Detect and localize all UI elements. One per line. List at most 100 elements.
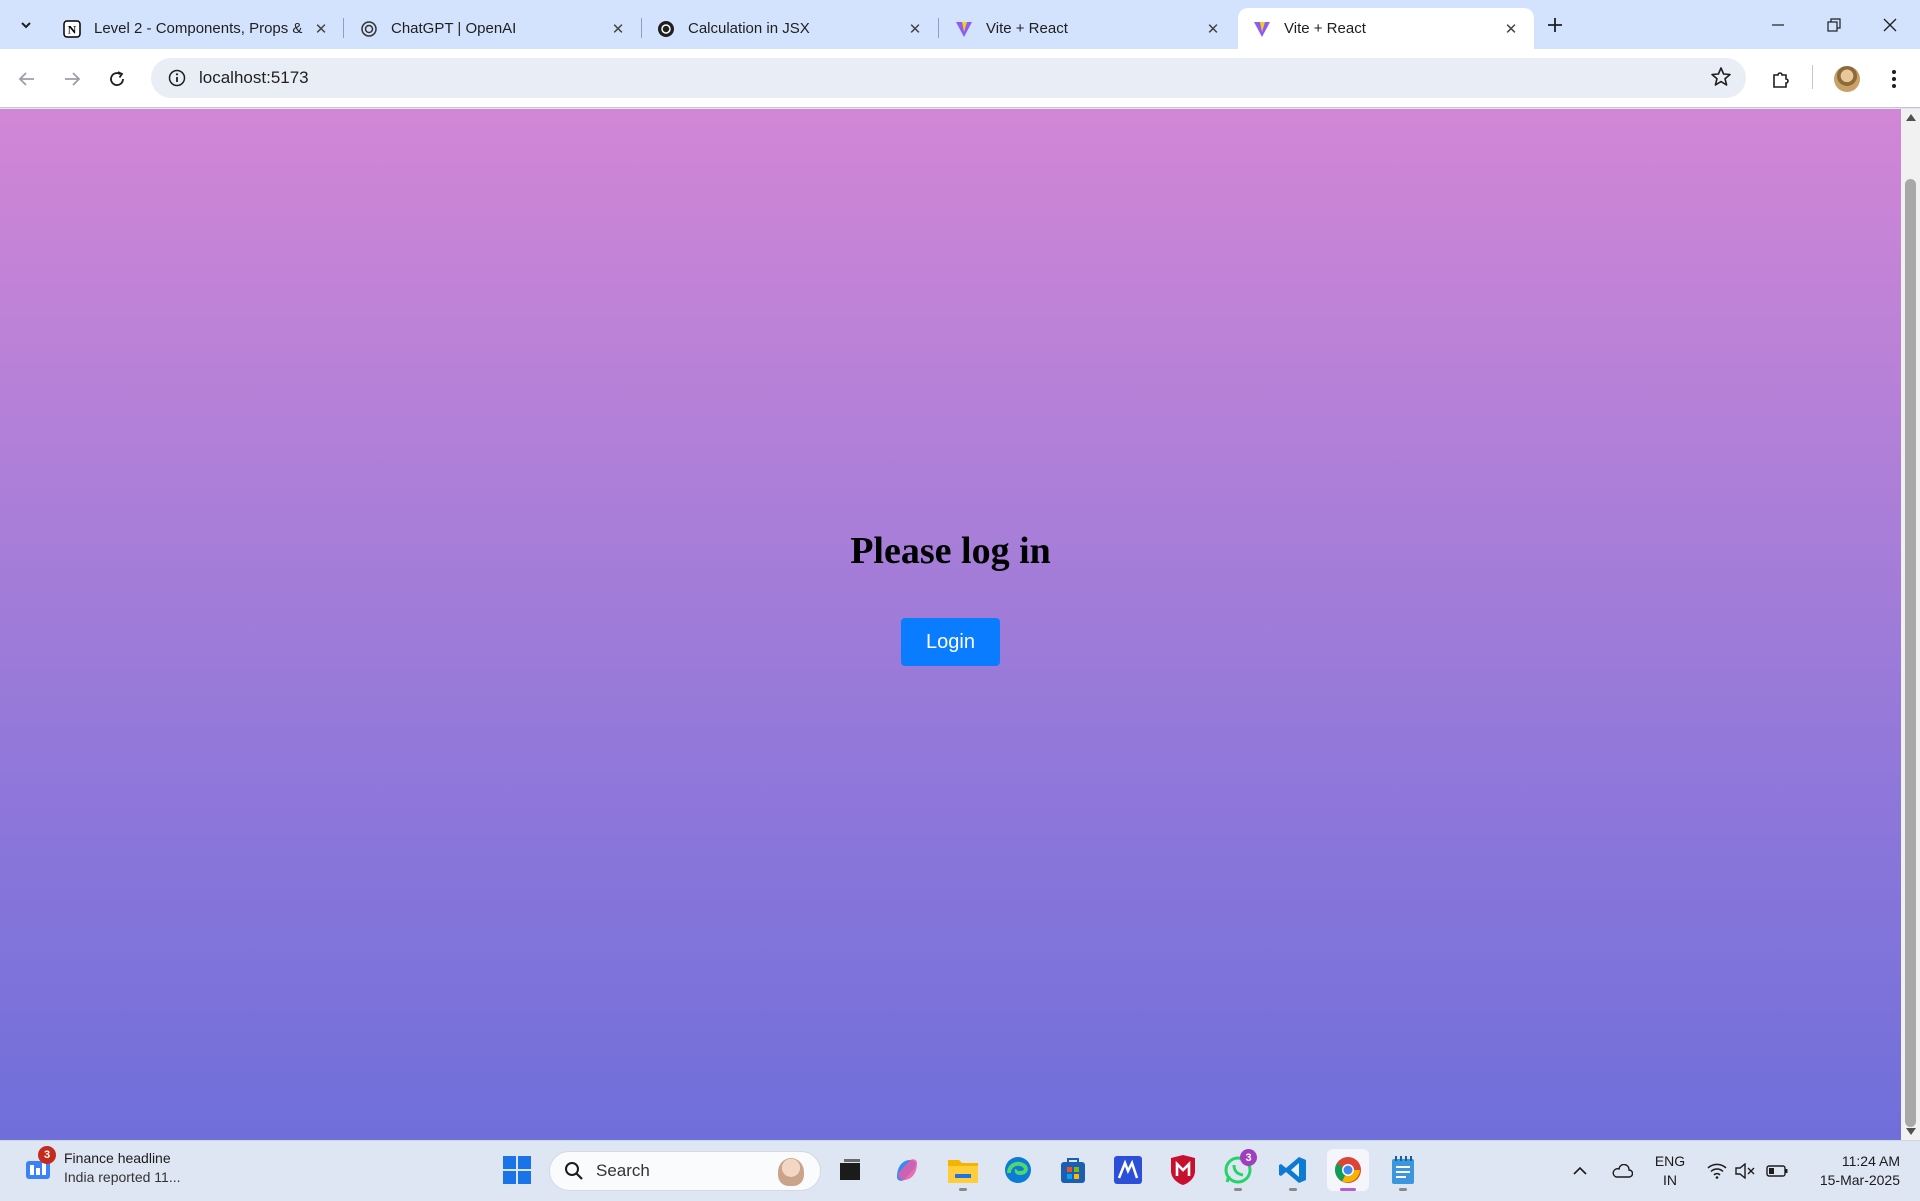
tab-vite-react[interactable]: Vite + React ✕ (940, 8, 1236, 49)
menu-button[interactable] (1878, 63, 1910, 95)
widgets-icon: 3 (22, 1146, 56, 1184)
tab-calculation[interactable]: Calculation in JSX ✕ (642, 8, 938, 49)
wifi-icon (1707, 1163, 1727, 1179)
plus-icon (1548, 18, 1562, 32)
volume-button[interactable] (1733, 1141, 1757, 1201)
running-indicator (959, 1188, 967, 1191)
taskbar: 3 Finance headline India reported 11... … (0, 1140, 1920, 1200)
restore-button[interactable] (1806, 0, 1862, 49)
tab-chatgpt[interactable]: ChatGPT | OpenAI ✕ (345, 8, 641, 49)
search-label: Search (596, 1161, 650, 1180)
vite-icon (1252, 19, 1272, 39)
tab-strip: N Level 2 - Components, Props & ✕ ChatGP… (0, 0, 1920, 49)
store-button[interactable] (1052, 1149, 1094, 1191)
close-icon (1883, 18, 1897, 31)
openai-icon (656, 19, 676, 39)
edge-icon (1005, 1157, 1031, 1183)
onedrive-button[interactable] (1608, 1141, 1636, 1201)
scroll-down-icon[interactable] (1906, 1128, 1916, 1135)
notepad-button[interactable] (1382, 1149, 1424, 1191)
bookmark-star-icon[interactable] (1710, 66, 1732, 93)
puzzle-icon (1773, 72, 1789, 88)
arrow-right-icon (65, 72, 81, 86)
login-button[interactable]: Login (901, 618, 1000, 666)
input-language-button[interactable]: ENG IN (1650, 1152, 1690, 1190)
tab-vite-react-active[interactable]: Vite + React ✕ (1238, 8, 1534, 49)
store-icon (1061, 1158, 1085, 1183)
page-title: Please log in (850, 530, 1051, 572)
page-viewport: Please log in Login (0, 109, 1901, 1140)
reload-icon (110, 71, 124, 86)
start-icon (503, 1156, 531, 1184)
scrollbar-thumb[interactable] (1905, 179, 1916, 1127)
vscode-button[interactable] (1272, 1149, 1314, 1191)
mcafee-button[interactable] (1162, 1149, 1204, 1191)
tab-title: Vite + React (986, 20, 1068, 37)
whatsapp-button[interactable]: 3 (1217, 1149, 1259, 1191)
new-tab-button[interactable] (1540, 12, 1570, 38)
url-text: localhost:5173 (199, 68, 309, 87)
tab-divider (938, 18, 939, 38)
tab-divider (343, 18, 344, 38)
copilot-icon (897, 1159, 917, 1181)
tab-search-button[interactable] (10, 10, 42, 40)
chrome-button[interactable] (1327, 1149, 1369, 1191)
widget-badge: 3 (38, 1146, 56, 1164)
date-text: 15-Mar-2025 (1819, 1172, 1900, 1188)
battery-icon (1766, 1165, 1788, 1177)
widget-subtitle: India reported 11... (64, 1169, 181, 1185)
browser-toolbar: localhost:5173 (0, 49, 1920, 108)
close-icon[interactable]: ✕ (904, 18, 926, 40)
arrow-left-icon (18, 72, 34, 86)
volume-muted-icon (1735, 1163, 1755, 1179)
minimize-icon (1772, 23, 1784, 26)
vscode-icon (1279, 1157, 1306, 1183)
address-bar[interactable]: localhost:5173 (151, 58, 1746, 98)
minimize-button[interactable] (1750, 0, 1806, 49)
profile-avatar[interactable] (1834, 66, 1860, 92)
clock[interactable]: 11:24 AM 15-Mar-2025 (1800, 1152, 1900, 1190)
tab-title: ChatGPT | OpenAI (391, 20, 517, 37)
reload-button[interactable] (101, 63, 133, 95)
scroll-up-icon[interactable] (1906, 114, 1916, 121)
extensions-button[interactable] (1765, 63, 1797, 95)
tab-title: Calculation in JSX (688, 20, 810, 37)
active-indicator (1340, 1188, 1356, 1191)
app-m-icon (1114, 1156, 1142, 1184)
show-hidden-icons-button[interactable] (1568, 1141, 1592, 1201)
notion-icon: N (62, 19, 82, 39)
file-explorer-button[interactable] (942, 1149, 984, 1191)
taskbar-search[interactable]: Search (549, 1151, 821, 1191)
tab-title: Vite + React (1284, 20, 1366, 37)
back-button[interactable] (11, 63, 43, 95)
search-highlight-image (778, 1158, 804, 1186)
running-indicator (1399, 1188, 1407, 1191)
whatsapp-badge: 3 (1240, 1149, 1257, 1166)
mcafee-icon (1171, 1155, 1195, 1185)
edge-button[interactable] (997, 1149, 1039, 1191)
chevron-down-icon (21, 22, 31, 29)
close-icon[interactable]: ✕ (1202, 18, 1224, 40)
close-icon[interactable]: ✕ (1500, 18, 1522, 40)
page-scrollbar[interactable] (1901, 109, 1920, 1140)
close-icon[interactable]: ✕ (310, 18, 332, 40)
notepad-icon (1392, 1156, 1414, 1184)
tab-notion[interactable]: N Level 2 - Components, Props & ✕ (48, 8, 344, 49)
tab-title: Level 2 - Components, Props & (94, 20, 303, 37)
running-indicator (1289, 1188, 1297, 1191)
network-button[interactable] (1705, 1141, 1729, 1201)
task-view-button[interactable] (829, 1149, 871, 1191)
news-widget[interactable]: 3 Finance headline India reported 11... (22, 1146, 181, 1187)
site-info-icon[interactable] (159, 69, 195, 87)
chevron-up-icon (1573, 1166, 1587, 1175)
search-icon (565, 1162, 583, 1180)
restore-icon (1827, 17, 1841, 32)
close-icon[interactable]: ✕ (607, 18, 629, 40)
app-m-button[interactable] (1107, 1149, 1149, 1191)
toolbar-divider (1812, 65, 1813, 89)
forward-button[interactable] (56, 63, 88, 95)
start-button[interactable] (496, 1149, 538, 1191)
close-window-button[interactable] (1862, 0, 1918, 49)
battery-button[interactable] (1764, 1141, 1790, 1201)
copilot-button[interactable] (886, 1149, 928, 1191)
